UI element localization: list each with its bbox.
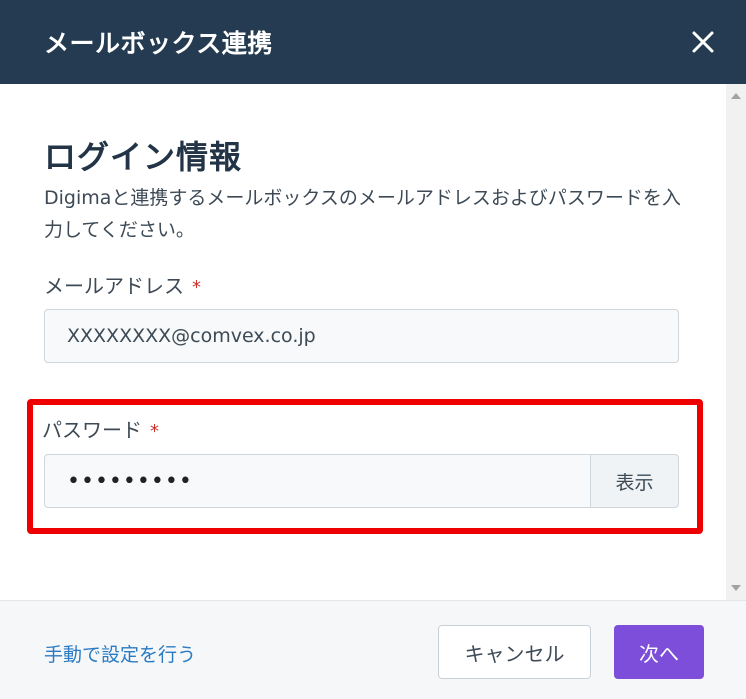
scrollbar[interactable] (726, 84, 746, 600)
close-button[interactable] (690, 28, 716, 56)
description-text: Digimaと連携するメールボックスのメールアドレスおよびパスワードを入力してく… (44, 187, 681, 241)
scroll-down-button[interactable] (726, 580, 746, 596)
password-input[interactable]: ••••••••• (44, 454, 591, 508)
section-title: ログイン情報 (44, 138, 243, 176)
show-password-button[interactable]: 表示 (590, 454, 679, 508)
email-label: メールアドレス * (44, 270, 201, 299)
modal-title: メールボックス連携 (44, 29, 273, 58)
email-input[interactable]: XXXXXXXX@comvex.co.jp (44, 309, 679, 363)
scroll-up-button[interactable] (726, 88, 746, 104)
arrow-up-icon (731, 93, 741, 99)
arrow-down-icon (731, 585, 741, 591)
required-mark: * (150, 421, 159, 442)
manual-setup-link[interactable]: 手動で設定を行う (44, 640, 196, 667)
email-label-text: メールアドレス (44, 274, 184, 298)
password-label: パスワード * (42, 414, 159, 443)
modal-footer: 手動で設定を行う キャンセル 次へ (0, 600, 746, 699)
next-button[interactable]: 次へ (614, 625, 704, 679)
close-icon (692, 31, 714, 53)
password-label-text: パスワード (42, 418, 142, 442)
cancel-button[interactable]: キャンセル (438, 625, 591, 679)
required-mark: * (192, 277, 201, 298)
modal-header: メールボックス連携 (0, 0, 746, 84)
modal-body: ログイン情報 Digimaと連携するメールボックスのメールアドレスおよびパスワー… (0, 84, 746, 600)
